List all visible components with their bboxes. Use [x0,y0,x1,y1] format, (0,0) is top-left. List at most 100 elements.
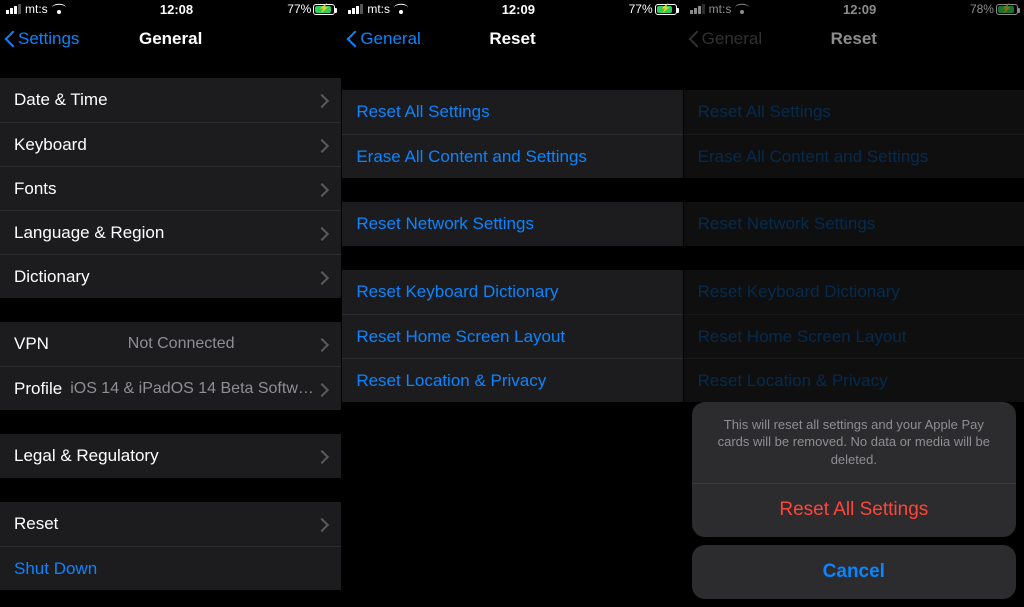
action-label: Reset Location & Privacy [698,371,888,391]
panel-reset: mt:s 12:09 77% ⚡ General Reset Reset All… [341,0,682,607]
action-reset-network: Reset Network Settings [684,202,1024,246]
status-bar: mt:s 12:09 77% ⚡ [342,0,682,18]
wifi-icon [52,4,66,14]
confirm-reset-all-settings-button[interactable]: Reset All Settings [692,483,1016,537]
battery-percent: 77% [629,2,653,16]
row-label: VPN [14,334,49,354]
row-label: Reset [14,514,58,534]
chevron-right-icon [319,382,327,396]
row-value: iOS 14 & iPadOS 14 Beta Softwar… [70,380,319,398]
row-date-time[interactable]: Date & Time [0,78,341,122]
row-fonts[interactable]: Fonts [0,166,341,210]
row-label: Fonts [14,179,57,199]
chevron-right-icon [319,270,327,284]
chevron-right-icon [319,226,327,240]
chevron-right-icon [319,517,327,531]
row-label: Legal & Regulatory [14,446,159,466]
nav-header: Settings General [0,18,341,60]
page-title: Reset [342,29,682,49]
panel-general: mt:s 12:08 77% ⚡ Settings General Date &… [0,0,341,607]
action-erase-all[interactable]: Erase All Content and Settings [342,134,682,178]
clock: 12:09 [502,2,535,17]
carrier-label: mt:s [709,2,732,16]
action-label: Erase All Content and Settings [356,147,587,167]
carrier-label: mt:s [367,2,390,16]
row-label: Date & Time [14,90,108,110]
chevron-right-icon [319,182,327,196]
action-label: Reset Home Screen Layout [698,327,907,347]
action-label: Reset Network Settings [356,214,534,234]
group-legal: Legal & Regulatory [0,434,341,478]
cellular-signal-icon [690,4,705,14]
action-reset-all-settings: Reset All Settings [684,90,1024,134]
action-sheet: This will reset all settings and your Ap… [692,402,1016,599]
status-bar: mt:s 12:08 77% ⚡ [0,0,341,18]
action-reset-home-layout[interactable]: Reset Home Screen Layout [342,314,682,358]
action-erase-all: Erase All Content and Settings [684,134,1024,178]
action-reset-home-layout: Reset Home Screen Layout [684,314,1024,358]
action-reset-keyboard-dictionary[interactable]: Reset Keyboard Dictionary [342,270,682,314]
group-vpn-profile: VPN Not Connected Profile iOS 14 & iPadO… [0,322,341,410]
battery-icon: ⚡ [996,4,1018,15]
row-shutdown[interactable]: Shut Down [0,546,341,590]
chevron-right-icon [319,337,327,351]
cellular-signal-icon [348,4,363,14]
chevron-right-icon [319,93,327,107]
row-vpn[interactable]: VPN Not Connected [0,322,341,366]
action-sheet-message: This will reset all settings and your Ap… [692,402,1016,483]
action-label: Reset Location & Privacy [356,371,546,391]
battery-percent: 77% [287,2,311,16]
page-title: General [0,29,341,49]
action-label: Reset Keyboard Dictionary [698,282,900,302]
action-label: Reset All Settings [356,102,489,122]
row-label: Keyboard [14,135,87,155]
group-datetime: Date & Time Keyboard Fonts Language & Re… [0,78,341,298]
action-sheet-cancel-card: Cancel [692,545,1016,599]
group-reset-a: Reset All Settings Erase All Content and… [684,90,1024,178]
button-label: Reset All Settings [779,499,928,521]
action-reset-keyboard-dictionary: Reset Keyboard Dictionary [684,270,1024,314]
group-reset-c: Reset Keyboard Dictionary Reset Home Scr… [684,270,1024,402]
action-label: Reset All Settings [698,102,831,122]
wifi-icon [394,4,408,14]
chevron-right-icon [319,449,327,463]
row-dictionary[interactable]: Dictionary [0,254,341,298]
battery-icon: ⚡ [655,4,677,15]
action-reset-location-privacy: Reset Location & Privacy [684,358,1024,402]
action-label: Reset Home Screen Layout [356,327,565,347]
group-reset-shutdown: Reset Shut Down [0,502,341,590]
cellular-signal-icon [6,4,21,14]
group-reset-b: Reset Network Settings [342,202,682,246]
chevron-right-icon [319,138,327,152]
clock: 12:09 [843,2,876,17]
row-label: Language & Region [14,223,164,243]
row-language-region[interactable]: Language & Region [0,210,341,254]
status-bar: mt:s 12:09 78% ⚡ [684,0,1024,18]
row-keyboard[interactable]: Keyboard [0,122,341,166]
group-reset-b: Reset Network Settings [684,202,1024,246]
row-label: Dictionary [14,267,90,287]
battery-icon: ⚡ [313,4,335,15]
battery-percent: 78% [970,2,994,16]
action-reset-all-settings[interactable]: Reset All Settings [342,90,682,134]
page-title: Reset [684,29,1024,49]
row-profile[interactable]: Profile iOS 14 & iPadOS 14 Beta Softwar… [0,366,341,410]
wifi-icon [735,4,749,14]
action-reset-location-privacy[interactable]: Reset Location & Privacy [342,358,682,402]
panel-reset-confirm: mt:s 12:09 78% ⚡ General Reset Reset All… [683,0,1024,607]
group-reset-c: Reset Keyboard Dictionary Reset Home Scr… [342,270,682,402]
cancel-button[interactable]: Cancel [692,545,1016,599]
button-label: Cancel [823,561,885,583]
nav-header: General Reset [684,18,1024,60]
carrier-label: mt:s [25,2,48,16]
clock: 12:08 [160,2,193,17]
row-label: Shut Down [14,559,97,579]
row-reset[interactable]: Reset [0,502,341,546]
row-value: Not Connected [128,335,235,353]
group-reset-a: Reset All Settings Erase All Content and… [342,90,682,178]
row-legal-regulatory[interactable]: Legal & Regulatory [0,434,341,478]
action-sheet-card: This will reset all settings and your Ap… [692,402,1016,537]
action-reset-network[interactable]: Reset Network Settings [342,202,682,246]
row-label: Profile [14,379,62,399]
action-label: Erase All Content and Settings [698,147,929,167]
